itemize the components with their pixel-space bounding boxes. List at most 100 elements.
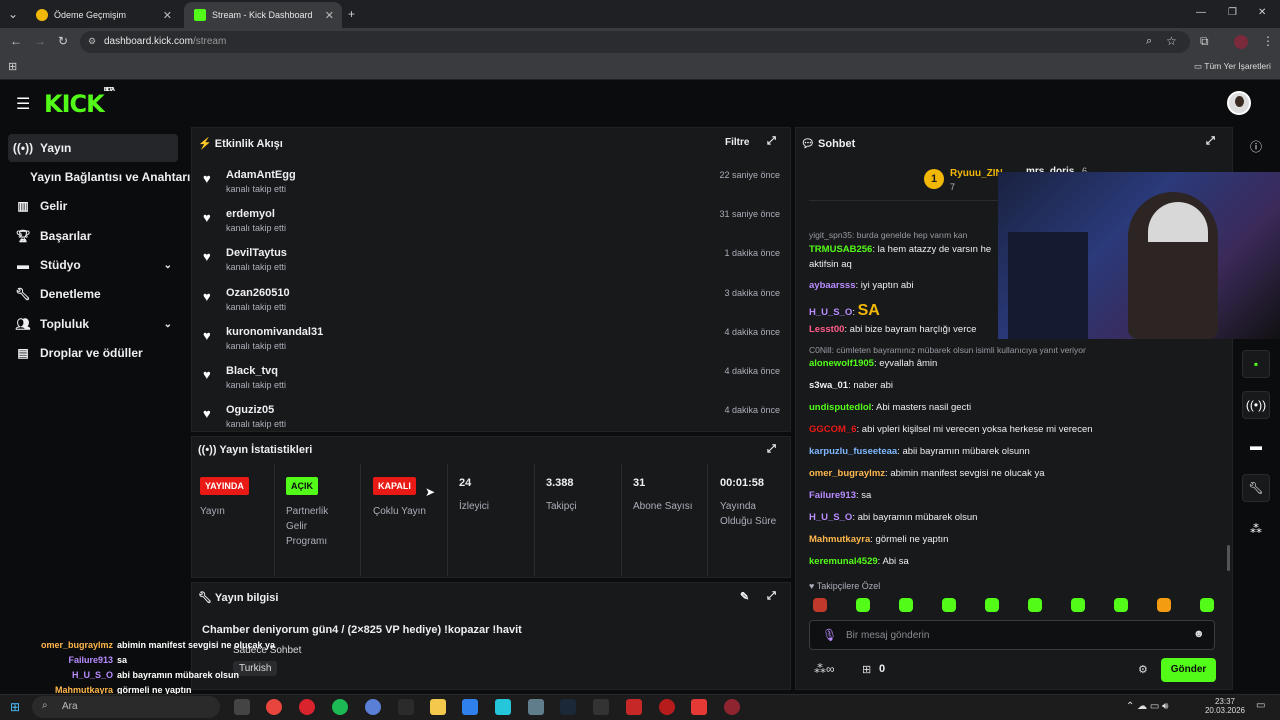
chat-username[interactable]: s3wa_01 [809,380,848,391]
close-icon[interactable]: ✕ [163,9,172,22]
extensions-icon[interactable]: ⧉ [1200,34,1209,49]
kick-logo[interactable]: KICKBETA [44,87,115,118]
reload-icon[interactable]: ↻ [58,34,68,48]
new-tab-icon[interactable]: + [348,7,355,21]
chat-username[interactable]: GGCOM_6 [809,424,857,435]
app-icon[interactable] [398,699,414,715]
chat-message[interactable]: aktifsin aq [809,259,852,270]
app-icon[interactable] [724,699,740,715]
chat-message[interactable]: undisputedlol: Abi masters nasil gecti [809,402,971,413]
sidebar-item-basarilar[interactable]: 🏆︎ Başarılar [8,222,178,250]
window-close-icon[interactable]: ✕ [1258,7,1266,18]
popout-icon[interactable]: ⤢ [767,443,776,456]
chat-username[interactable]: H_U_S_O [809,512,852,523]
event-user[interactable]: kuronomivandal31 [226,326,323,338]
chat-username[interactable]: Mahmutkayra [809,534,870,545]
chat-message[interactable]: Failure913: sa [809,490,871,501]
sidebar-item-stream-key[interactable]: Yayın Bağlantısı ve Anahtarı [8,163,198,191]
chat-username[interactable]: TRMUSAB256 [809,244,872,255]
microphone-icon[interactable]: 🎙︎ [822,628,837,642]
emote-icon[interactable] [899,598,913,612]
chat-message[interactable]: omer_bugraylmz: abimin manifest sevgisi … [809,468,1045,479]
tray-icons[interactable]: ⌃ ☁ ▭ 🔊︎ [1126,701,1168,712]
all-bookmarks[interactable]: ▭ Tüm Yer İşaretleri [1194,61,1271,72]
chat-message[interactable]: s3wa_01: naber abi [809,380,893,391]
chat-message[interactable]: alonewolf1905: eyvallah âmin [809,358,937,369]
url-field[interactable]: ⚙ dashboard.kick.com/stream [80,31,1190,53]
chat-scrollbar[interactable] [1227,545,1230,571]
valorant-icon[interactable] [691,699,707,715]
sidebar-item-yayin[interactable]: ((•)) Yayın [8,134,178,162]
people-icon[interactable]: ⁂ [1242,515,1270,543]
chat-message[interactable]: keremunal4529: Abi sa [809,556,909,567]
close-icon[interactable]: ✕ [325,9,334,22]
chat-username[interactable]: undisputedlol [809,402,871,413]
notification-icon[interactable]: ▭ [1256,700,1265,711]
back-icon[interactable]: ← [10,34,22,48]
emote-icon[interactable] [942,598,956,612]
sidebar-item-gelir[interactable]: ▥ Gelir [8,192,178,220]
chat-message[interactable]: TRMUSAB256: la hem atazzy de varsın he [809,244,991,255]
clock[interactable]: 23:37 20.03.2026 [1204,697,1246,715]
chat-username[interactable]: Failure913 [809,490,856,501]
chat-username[interactable]: Lesst00 [809,324,844,335]
calculator-icon[interactable] [528,699,544,715]
tab-kick-dashboard[interactable]: Stream - Kick Dashboard ✕ [184,2,342,28]
emoji-icon[interactable]: ☻ [1193,628,1205,640]
event-user[interactable]: DevilTaytus [226,247,287,259]
app-icon[interactable] [626,699,642,715]
chat-message[interactable]: H_U_S_O: abi bayramın mübarek olsun [809,512,977,523]
popout-icon[interactable]: ⤢ [767,135,776,148]
steam-icon[interactable] [560,699,576,715]
emote-icon[interactable] [1114,598,1128,612]
popout-icon[interactable]: ⤢ [1206,135,1215,148]
event-user[interactable]: Ozan260510 [226,287,290,299]
event-user[interactable]: Black_tvq [226,365,278,377]
taskbar-search[interactable]: ⌕ Ara [32,696,220,718]
chat-username[interactable]: keremunal4529 [809,556,878,567]
filter-button[interactable]: Filtre [725,137,749,148]
sidebar-item-studyo[interactable]: ▬ Stüdyo ⌄ [8,251,178,279]
profile-avatar[interactable] [1234,35,1248,49]
event-user[interactable]: AdamAntEgg [226,169,296,181]
chat-users-icon[interactable]: ⁂∞ [814,662,835,676]
chat-message[interactable]: Mahmutkayra: görmeli ne yaptın [809,534,948,545]
app-icon[interactable] [495,699,511,715]
hamburger-menu-icon[interactable]: ☰ [16,94,30,114]
popout-icon[interactable]: ⤢ [767,590,776,603]
edit-pencil-icon[interactable]: ✎ [740,590,749,603]
app-icon[interactable] [659,699,675,715]
emote-icon[interactable] [813,598,827,612]
event-user[interactable]: Oguziz05 [226,404,274,416]
chat-username[interactable]: aybaarsss [809,280,855,291]
menu-kebab-icon[interactable]: ⋮ [1262,34,1274,48]
chat-username[interactable]: karpuzlu_fuseeteaa [809,446,897,457]
chat-bubble-icon[interactable]: ▪ [1242,350,1270,378]
sidebar-item-topluluk[interactable]: 👥︎ Topluluk ⌄ [8,310,178,338]
studio-icon[interactable]: ▬ [1242,432,1270,460]
user-avatar[interactable] [1227,91,1251,115]
app-icon[interactable] [462,699,478,715]
chat-username[interactable]: alonewolf1905 [809,358,874,369]
maximize-icon[interactable]: ❐ [1228,7,1237,18]
gift-icon[interactable]: ⊞ [862,663,871,676]
tab-payment-history[interactable]: Ödeme Geçmişim ✕ [26,2,180,28]
start-icon[interactable]: ⊞ [10,700,20,714]
folder-icon[interactable] [430,699,446,715]
opera-icon[interactable] [299,699,315,715]
emote-icon[interactable] [1028,598,1042,612]
chat-message[interactable]: H_U_S_O: SA [809,302,880,320]
emote-icon[interactable] [1200,598,1214,612]
site-info-icon[interactable]: ⚙ [88,36,96,47]
chat-message[interactable]: Lesst00: abi bize bayram harçlığı verce [809,324,976,335]
spotify-icon[interactable] [332,699,348,715]
settings-gear-icon[interactable]: ⚙ [1138,663,1148,676]
forward-icon[interactable]: → [34,34,46,48]
tab-search-icon[interactable]: ⌄ [8,7,18,21]
chat-message[interactable]: aybaarsss: iyi yaptın abi [809,280,914,291]
app-icon[interactable] [365,699,381,715]
sidebar-item-droplar[interactable]: ▤ Droplar ve ödüller [8,339,178,367]
chat-username[interactable]: H_U_S_O [809,307,852,318]
broadcast-icon[interactable]: ((•)) [1242,391,1270,419]
send-button[interactable]: Gönder [1161,658,1216,682]
